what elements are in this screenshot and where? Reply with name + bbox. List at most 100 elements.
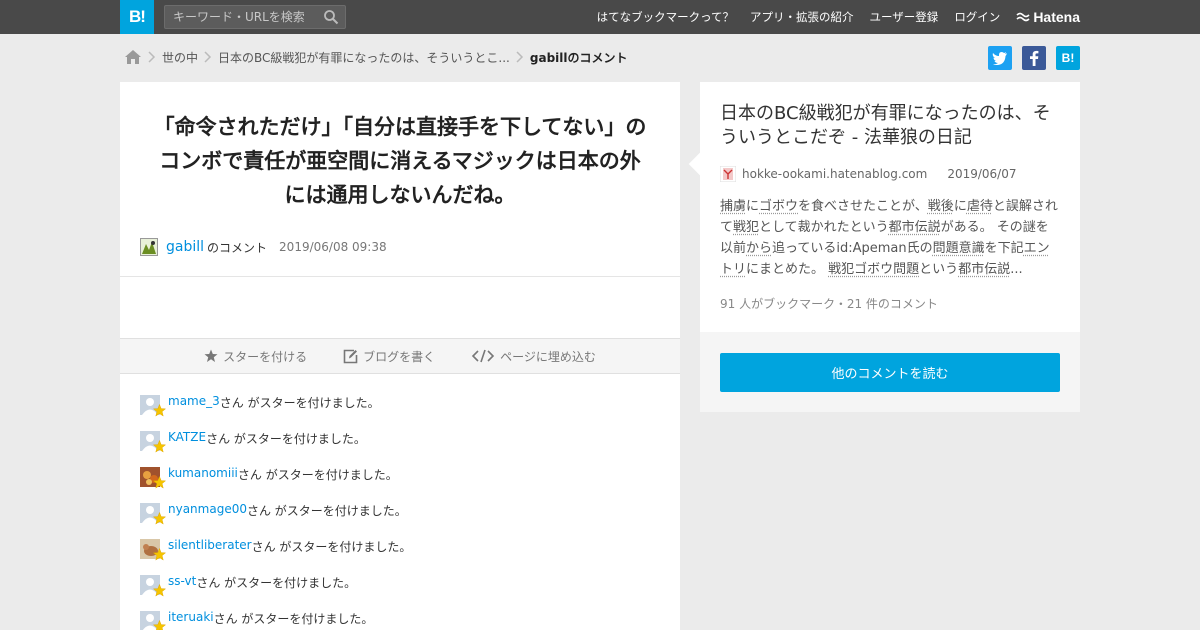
star-icon [153, 440, 166, 453]
entry-domain[interactable]: hokke-ookami.hatenablog.com [742, 167, 927, 181]
summary-text: を食べさせたことが、 [798, 199, 928, 214]
avatar[interactable] [140, 503, 166, 525]
avatar[interactable] [140, 395, 166, 417]
list-item: ss-vt さん がスターを付けました。 [140, 574, 411, 610]
nav-about[interactable]: はてなブックマークって？ [597, 9, 734, 25]
entry-meta: hokke-ookami.hatenablog.com 2019/06/07 [720, 165, 1017, 183]
entry-date: 2019/06/07 [947, 167, 1017, 181]
comment-text: 「命令されただけ」「自分は直接手を下してない」のコンボで責任が亜空間に消えるマジ… [153, 115, 647, 207]
star-icon [204, 349, 218, 362]
hatena-logo-icon [1016, 12, 1030, 22]
list-item: mame_3 さん がスターを付けました。 [140, 394, 411, 430]
star-icon [153, 620, 166, 630]
breadcrumb-entry[interactable]: 日本のBC級戦犯が有罪になったのは、そういうとこ... [218, 49, 510, 66]
twitter-icon [992, 52, 1007, 65]
nav-apps[interactable]: アプリ・拡張の紹介 [750, 9, 854, 25]
summary-text: という [919, 262, 959, 277]
comment-actions: スターを付ける ブログを書く ページに埋め込む [120, 338, 680, 374]
summary-text: 追っているid:Apeman氏の [772, 241, 933, 256]
avatar[interactable] [140, 431, 166, 453]
list-item: kumanomiii さん がスターを付けました。 [140, 466, 411, 502]
hatena-brand[interactable]: Hatena [1016, 9, 1080, 25]
search-box[interactable] [164, 5, 346, 29]
avatar[interactable] [140, 539, 166, 561]
nav-register[interactable]: ユーザー登録 [870, 9, 939, 25]
add-star-label: スターを付ける [223, 349, 308, 364]
list-item: nyanmage00 さん がスターを付けました。 [140, 502, 411, 538]
list-item: KATZE さん がスターを付けました。 [140, 430, 411, 466]
star-icon [153, 512, 166, 525]
summary-text: として裁かれたという [759, 220, 889, 235]
twitter-share-button[interactable] [988, 46, 1012, 70]
write-blog-button[interactable]: ブログを書く [343, 348, 435, 365]
star-user-name[interactable]: nyanmage00 [168, 502, 247, 516]
chevron-right-icon [198, 47, 218, 67]
star-icon [153, 584, 166, 597]
entry-info: 日本のBC級戦犯が有罪になったのは、そういうとこだぞ - 法華狼の日記 hokk… [688, 82, 1080, 332]
keyword-link[interactable]: 問題意識 [933, 241, 985, 256]
star-icon [153, 476, 166, 489]
star-text: さん がスターを付けました。 [196, 576, 357, 590]
favicon-icon [720, 166, 736, 182]
star-list: mame_3 さん がスターを付けました。 KATZE さん がスターを付けました。… [140, 394, 411, 630]
star-user-name[interactable]: KATZE [168, 430, 206, 444]
share-buttons: B! [988, 46, 1080, 70]
avatar[interactable] [140, 611, 166, 630]
keyword-link[interactable]: 戦犯ゴボウ問題 [828, 262, 919, 277]
nav-login[interactable]: ログイン [954, 9, 1000, 25]
star-user-name[interactable]: iteruaki [168, 610, 214, 624]
code-icon [471, 349, 495, 363]
search-icon[interactable] [323, 9, 339, 25]
star-text: さん がスターを付けました。 [213, 612, 374, 626]
pointer-arrow [688, 152, 712, 176]
avatar[interactable] [140, 238, 158, 256]
comment-author: gabill のコメント 2019/06/08 09:38 [140, 237, 387, 257]
comment-date[interactable]: 2019/06/08 09:38 [279, 240, 387, 254]
star-text: さん がスターを付けました。 [206, 432, 366, 446]
write-blog-label: ブログを書く [363, 349, 436, 364]
star-user-name[interactable]: ss-vt [168, 574, 196, 588]
keyword-link[interactable]: 都市伝説 [958, 262, 1010, 277]
divider [120, 276, 680, 277]
read-more-comments-button[interactable]: 他のコメントを読む [720, 353, 1060, 392]
entry-summary: 捕虜にゴボウを食べさせたことが、戦後に虐待と誤解されて戦犯として裁かれたという都… [720, 196, 1060, 280]
list-item: silentliberater さん がスターを付けました。 [140, 538, 411, 574]
summary-text: ... [1010, 262, 1023, 277]
keyword-link[interactable]: から [746, 241, 772, 256]
keyword-link[interactable]: 戦後 [928, 199, 954, 214]
keyword-link[interactable]: 都市伝説 [889, 220, 941, 235]
summary-text: に [953, 199, 967, 214]
entry-panel: 日本のBC級戦犯が有罪になったのは、そういうとこだぞ - 法華狼の日記 hokk… [688, 82, 1080, 412]
avatar[interactable] [140, 467, 166, 489]
chevron-right-icon [510, 47, 530, 67]
add-star-button[interactable]: スターを付ける [204, 348, 307, 365]
keyword-link[interactable]: 戦犯 [733, 220, 759, 235]
star-user-name[interactable]: kumanomiii [168, 466, 238, 480]
entry-title[interactable]: 日本のBC級戦犯が有罪になったのは、そういうとこだぞ - 法華狼の日記 [720, 102, 1065, 150]
star-text: さん がスターを付けました。 [219, 396, 380, 410]
bookmark-count[interactable]: 91 人がブックマーク・21 件のコメント [720, 295, 938, 312]
hatena-bookmark-logo[interactable]: B! [120, 0, 154, 34]
hatena-share-button[interactable]: B! [1056, 46, 1080, 70]
home-icon[interactable] [124, 49, 142, 65]
author-suffix: のコメント [207, 240, 268, 255]
facebook-share-button[interactable] [1022, 46, 1046, 70]
keyword-link[interactable]: 捕虜 [720, 199, 746, 214]
breadcrumb: 世の中 日本のBC級戦犯が有罪になったのは、そういうとこ... gabillのコ… [124, 47, 628, 67]
keyword-link[interactable]: ゴボウ [759, 199, 798, 214]
author-username[interactable]: gabill [166, 239, 204, 255]
hatena-brand-text: Hatena [1033, 9, 1080, 25]
star-user-name[interactable]: mame_3 [168, 394, 220, 408]
breadcrumb-category[interactable]: 世の中 [162, 49, 198, 66]
avatar[interactable] [140, 575, 166, 597]
star-text: さん がスターを付けました。 [246, 504, 407, 518]
search-input[interactable] [165, 6, 315, 28]
top-bar: B! はてなブックマークって？ アプリ・拡張の紹介 ユーザー登録 ログイン Ha… [0, 0, 1200, 34]
embed-button[interactable]: ページに埋め込む [471, 348, 596, 365]
summary-text: に [746, 199, 760, 214]
star-icon [153, 548, 166, 561]
keyword-link[interactable]: 虐待 [967, 199, 993, 214]
star-user-name[interactable]: silentliberater [168, 538, 252, 552]
chevron-right-icon [142, 47, 162, 67]
comment-card: 「命令されただけ」「自分は直接手を下してない」のコンボで責任が亜空間に消えるマジ… [120, 82, 680, 630]
